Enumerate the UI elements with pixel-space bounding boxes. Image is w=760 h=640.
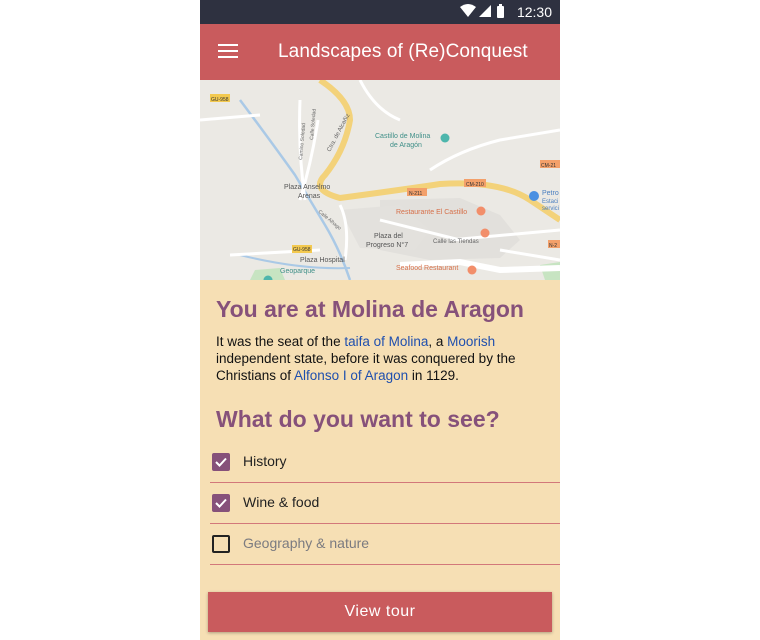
map-label-plaza-anselmo: Plaza Anselmo bbox=[284, 184, 330, 191]
option-geography-nature[interactable]: Geography & nature bbox=[210, 524, 560, 565]
wine-food-checkbox[interactable] bbox=[212, 494, 230, 512]
map-label-gu958b: GU-958 bbox=[293, 247, 311, 253]
road-badge-cm210: CM-210 bbox=[464, 179, 486, 188]
status-icons bbox=[460, 4, 504, 18]
castle-pin-icon[interactable] bbox=[440, 133, 450, 143]
map-label-cm210: CM-210 bbox=[466, 182, 484, 188]
option-label-wine-food: Wine & food bbox=[243, 494, 320, 510]
phone-screen: 12:30 Landscapes of (Re)Conquest GU-958 … bbox=[200, 0, 560, 640]
description-text-4: in 1129. bbox=[408, 368, 459, 383]
app-title: Landscapes of (Re)Conquest bbox=[278, 41, 528, 62]
option-history[interactable]: History bbox=[210, 442, 560, 483]
fuel-pin-icon[interactable] bbox=[529, 191, 539, 201]
view-tour-button[interactable]: View tour bbox=[208, 592, 552, 632]
option-label-geography-nature: Geography & nature bbox=[243, 535, 370, 551]
info-section: You are at Molina de Aragon It was the s… bbox=[216, 296, 546, 433]
map-label-n2: N-2 bbox=[549, 243, 557, 249]
taifa-link[interactable]: taifa of Molina bbox=[344, 334, 428, 349]
app-bar: Landscapes of (Re)Conquest bbox=[200, 24, 560, 80]
moorish-link[interactable]: Moorish bbox=[447, 334, 495, 349]
option-wine-food[interactable]: Wine & food bbox=[210, 483, 560, 524]
map-label-gu958a: GU-958 bbox=[211, 97, 229, 103]
map-label-petro: Petro bbox=[542, 190, 559, 197]
option-label-history: History bbox=[243, 453, 287, 469]
geography-nature-checkbox[interactable] bbox=[212, 535, 230, 553]
question-heading: What do you want to see? bbox=[216, 406, 500, 432]
status-time: 12:30 bbox=[516, 4, 552, 20]
restaurant2-pin-icon[interactable] bbox=[480, 228, 490, 238]
signal-icon bbox=[479, 5, 491, 17]
map-label-calle-tiendas: Calle las Tiendas bbox=[433, 239, 479, 245]
road-badge-n211: N-211 bbox=[407, 188, 427, 197]
map-label-seafood: Seafood Restaurant bbox=[396, 265, 458, 272]
restaurant-pin-icon[interactable] bbox=[476, 206, 486, 216]
options-list: History Wine & food Geography & nature bbox=[210, 442, 560, 565]
location-heading: You are at Molina de Aragon bbox=[216, 296, 524, 322]
history-checkbox[interactable] bbox=[212, 453, 230, 471]
map-label-petro3: servici bbox=[542, 206, 559, 212]
check-icon bbox=[215, 457, 227, 467]
road-badge-cm: CM-21 bbox=[540, 160, 560, 169]
check-icon bbox=[215, 498, 227, 508]
map-label-n211: N-211 bbox=[409, 191, 422, 197]
road-badge-gu958a: GU-958 bbox=[210, 94, 230, 103]
road-badge-n2: N-2 bbox=[548, 240, 560, 249]
location-description: It was the seat of the taifa of Molina, … bbox=[216, 333, 546, 384]
status-bar: 12:30 bbox=[200, 0, 560, 24]
map-label-castle2: de Aragón bbox=[390, 142, 422, 149]
battery-icon bbox=[497, 6, 504, 18]
map-canvas: GU-958 GU-958 N-211 CM-210 CM-21 N-2 Cas… bbox=[200, 80, 560, 280]
map-label-petro2: Estaci bbox=[542, 199, 558, 205]
map-label-plaza-progreso: Plaza del bbox=[374, 233, 403, 240]
road-badge-gu958b: GU-958 bbox=[292, 245, 312, 253]
map-label-cm: CM-21 bbox=[541, 163, 556, 169]
map-label-castle: Castillo de Molina bbox=[375, 133, 430, 140]
alfonso-link[interactable]: Alfonso I of Aragon bbox=[294, 368, 408, 383]
map-label-geoparque: Geoparque bbox=[280, 268, 315, 275]
description-text-1: It was the seat of the bbox=[216, 334, 345, 349]
map-label-plaza-anselmo2: Arenas bbox=[298, 193, 321, 200]
map-label-plaza-hospital: Plaza Hospital bbox=[300, 257, 345, 264]
map-label-restaurant: Restaurante El Castillo bbox=[396, 209, 467, 216]
wifi-icon bbox=[460, 4, 476, 17]
description-text-2: , a bbox=[428, 334, 448, 349]
map-view[interactable]: GU-958 GU-958 N-211 CM-210 CM-21 N-2 Cas… bbox=[200, 80, 560, 280]
map-label-plaza-progreso2: Progreso N°7 bbox=[366, 241, 408, 249]
menu-icon[interactable] bbox=[218, 44, 238, 60]
seafood-pin-icon[interactable] bbox=[467, 265, 477, 275]
